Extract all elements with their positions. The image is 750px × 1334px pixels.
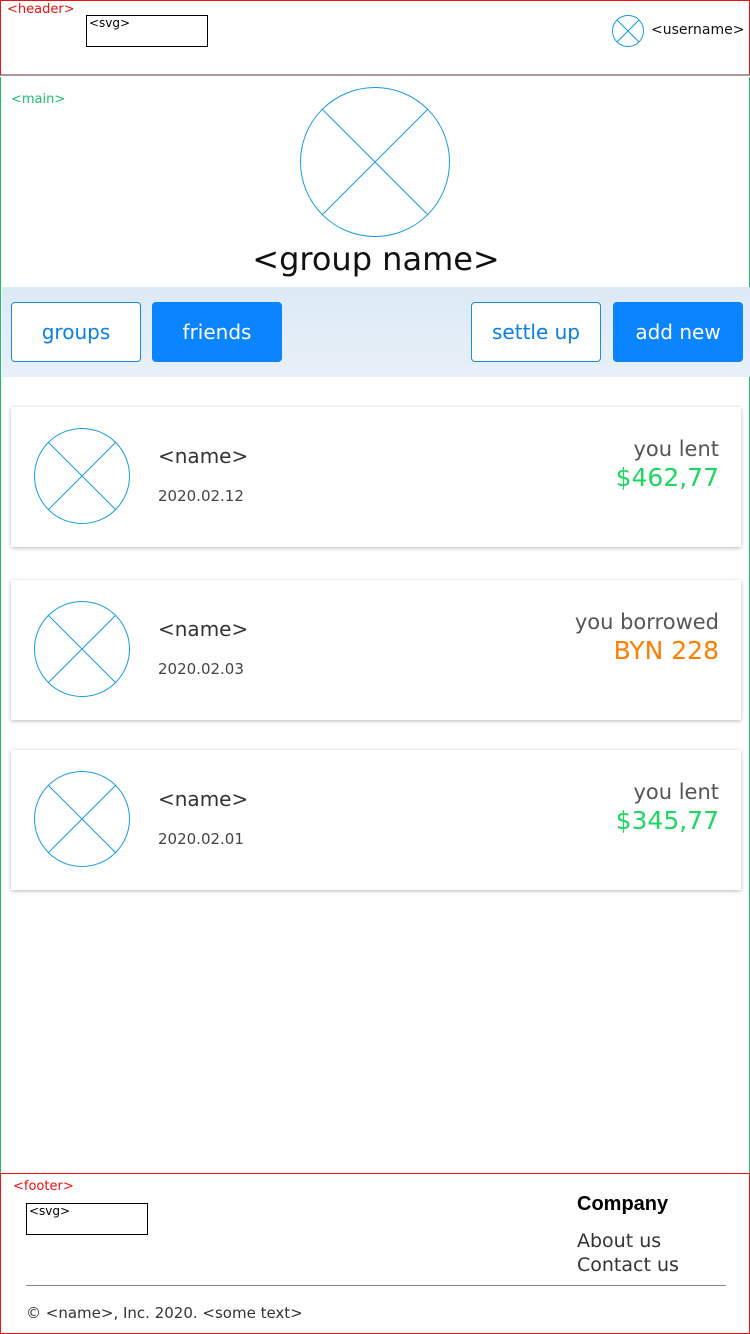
settle-up-button[interactable]: settle up (471, 302, 601, 362)
entry-amount: $462,77 (615, 463, 719, 492)
avatar-placeholder-icon[interactable] (611, 14, 645, 48)
entry-date: 2020.02.01 (158, 830, 244, 848)
avatar-placeholder-icon (34, 601, 130, 697)
action-toolbar: groups friends settle up add new (2, 287, 750, 377)
entry-status: you lent (633, 780, 719, 804)
tab-friends[interactable]: friends (152, 302, 282, 362)
footer-company-heading: Company (577, 1193, 669, 1215)
entry-amount: $345,77 (615, 806, 719, 835)
main-tag-label: <main> (11, 92, 66, 107)
entry-name: <name> (158, 617, 249, 641)
entry-date: 2020.02.03 (158, 660, 244, 678)
tab-groups[interactable]: groups (11, 302, 141, 362)
avatar-placeholder-icon (34, 428, 130, 524)
footer-tag-label: <footer> (13, 1179, 74, 1194)
contact-us-link[interactable]: Contact us (577, 1254, 679, 1276)
group-image-placeholder-icon (300, 87, 450, 237)
avatar-placeholder-icon (34, 771, 130, 867)
main-content: <main> <group name> groups friends settl… (0, 77, 750, 1174)
entry-amount: BYN 228 (613, 636, 719, 665)
entry-name: <name> (158, 787, 249, 811)
list-item[interactable]: <name> 2020.02.12 you lent $462,77 (11, 407, 741, 547)
username[interactable]: <username> (651, 22, 744, 38)
entry-status: you lent (633, 437, 719, 461)
header: <header> <svg> <username> (0, 0, 750, 76)
logo-placeholder[interactable]: <svg> (86, 15, 208, 47)
footer-divider (26, 1285, 726, 1286)
footer-logo-placeholder[interactable]: <svg> (26, 1203, 148, 1235)
entry-name: <name> (158, 444, 249, 468)
group-name-title: <group name> (252, 240, 500, 278)
about-us-link[interactable]: About us (577, 1230, 661, 1252)
footer: <footer> <svg> Company About us Contact … (0, 1173, 750, 1334)
entry-status: you borrowed (574, 610, 719, 634)
header-tag-label: <header> (7, 2, 75, 17)
list-item[interactable]: <name> 2020.02.03 you borrowed BYN 228 (11, 580, 741, 720)
copyright-text: © <name>, Inc. 2020. <some text> (26, 1304, 303, 1322)
list-item[interactable]: <name> 2020.02.01 you lent $345,77 (11, 750, 741, 890)
entry-date: 2020.02.12 (158, 487, 244, 505)
add-new-button[interactable]: add new (613, 302, 743, 362)
